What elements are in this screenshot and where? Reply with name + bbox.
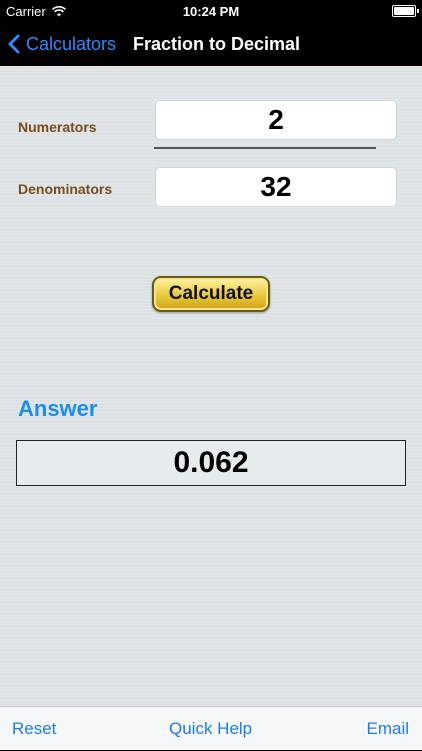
- denominator-input[interactable]: 32: [155, 167, 397, 207]
- status-bar: Carrier 10:24 PM: [0, 0, 422, 22]
- quick-help-button[interactable]: Quick Help: [169, 707, 252, 751]
- back-button[interactable]: Calculators: [8, 22, 116, 66]
- nav-bar: Calculators Fraction to Decimal: [0, 22, 422, 66]
- back-button-label: Calculators: [26, 33, 117, 54]
- status-time: 10:24 PM: [182, 4, 240, 19]
- email-button[interactable]: Email: [366, 707, 409, 751]
- calculate-button[interactable]: Calculate: [152, 276, 270, 312]
- numerator-input[interactable]: 2: [155, 100, 397, 140]
- calculator-panel: Numerators 2 Denominators 32 Calculate A…: [0, 66, 422, 706]
- answer-heading: Answer: [18, 396, 98, 421]
- page-title: Fraction to Decimal: [133, 33, 301, 54]
- chevron-left-icon: [8, 34, 20, 54]
- denominator-label: Denominators: [18, 181, 113, 197]
- bottom-toolbar: Reset Quick Help Email: [0, 706, 422, 750]
- fraction-divider: [154, 147, 376, 149]
- battery-icon: [392, 5, 419, 17]
- numerator-label: Numerators: [18, 119, 97, 135]
- reset-button[interactable]: Reset: [12, 707, 56, 751]
- answer-display: 0.062: [16, 440, 406, 486]
